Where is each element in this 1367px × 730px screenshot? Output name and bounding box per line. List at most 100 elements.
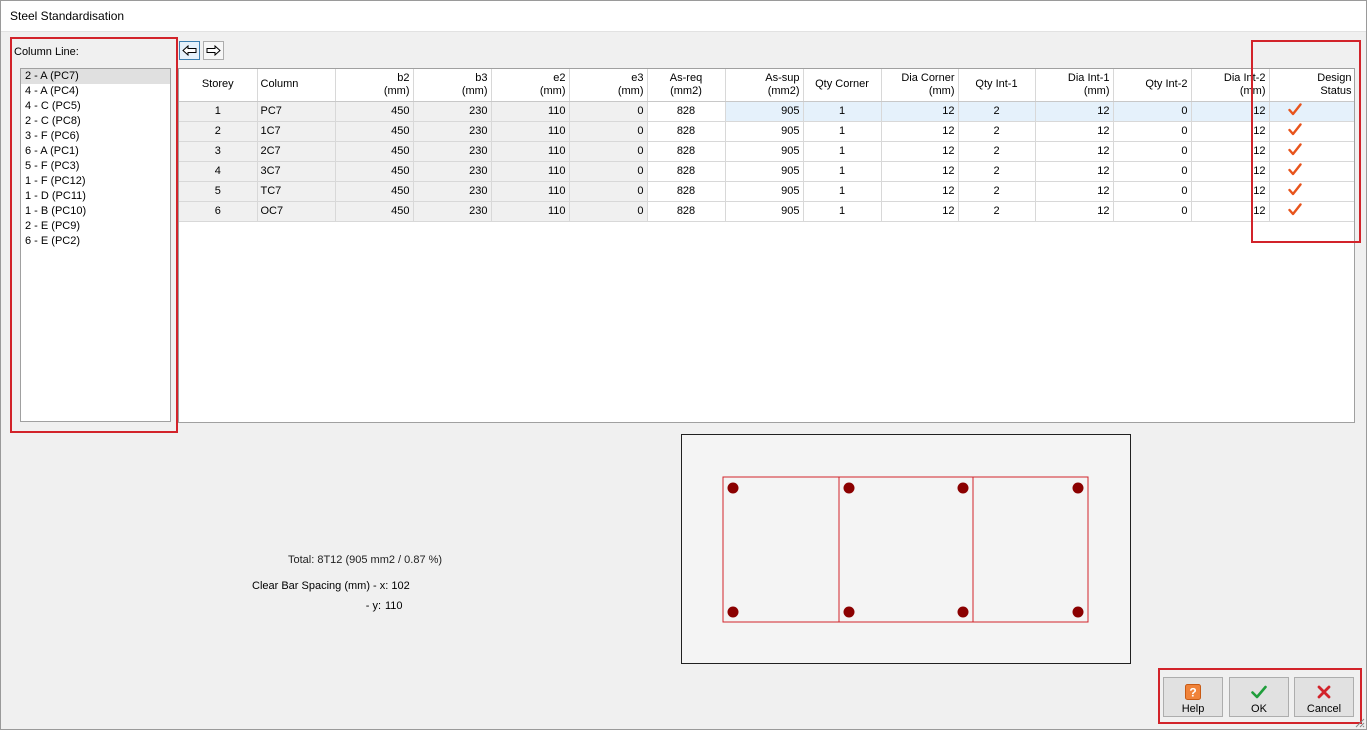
table-cell: 0 [569,201,648,222]
table-cell[interactable]: 0 [1113,121,1192,142]
spacing-x-label: Clear Bar Spacing (mm) - x: [252,580,389,592]
table-cell: 230 [413,161,492,182]
total-steel: Total: 8T12 (905 mm2 / 0.87 %) [288,554,443,566]
table-cell[interactable]: 12 [881,161,959,182]
column-header[interactable]: Dia Int-1 (mm) [1035,69,1114,102]
table-row[interactable]: 2 1C7 450 230 110 0 828 905 1 12 2 12 0 12 [179,121,1354,142]
column-header[interactable]: b2 (mm) [335,69,414,102]
table-cell: 828 [647,121,726,142]
next-button[interactable] [203,41,224,60]
table-cell[interactable]: 1 [803,181,882,202]
table-cell[interactable]: 12 [1035,181,1114,202]
table-cell[interactable]: 1 [803,201,882,222]
column-header[interactable]: Qty Int-1 [958,69,1036,102]
table-row[interactable]: 4 3C7 450 230 110 0 828 905 1 12 2 12 0 12 [179,161,1354,182]
table-cell[interactable]: 1 [803,101,882,122]
table-row[interactable]: 1 PC7 450 230 110 0 828 905 1 12 2 12 0 12 [179,101,1354,122]
steel-table: Storey Column b2 (mm) b3 (mm) e2 (mm) e3 (mm)… [179,69,1354,222]
section-outline-1 [722,476,840,623]
table-cell[interactable]: 12 [881,141,959,162]
steel-grid: Storey Column b2 (mm) b3 (mm) e2 (mm) e3 (mm)… [178,68,1355,423]
rebar-dot [957,606,969,618]
table-cell[interactable]: 1 [803,161,882,182]
section-drawing [722,476,1089,623]
table-cell: 450 [335,121,414,142]
table-cell[interactable]: 2 [958,121,1036,142]
table-cell[interactable]: 905 [725,101,804,122]
column-header[interactable]: b3 (mm) [413,69,492,102]
table-cell[interactable]: 905 [725,161,804,182]
table-cell: 450 [335,181,414,202]
table-cell[interactable]: 1 [803,121,882,142]
rebar-dot [727,606,739,618]
table-cell: 2C7 [257,141,336,162]
table-cell[interactable]: 905 [725,201,804,222]
table-cell: 0 [569,101,648,122]
table-cell[interactable]: 0 [1113,181,1192,202]
highlight-design-status [1251,40,1361,243]
column-header[interactable]: e3 (mm) [569,69,648,102]
table-cell[interactable]: 1 [803,141,882,162]
table-cell: 828 [647,101,726,122]
table-row[interactable]: 3 2C7 450 230 110 0 828 905 1 12 2 12 0 12 [179,141,1354,162]
table-cell[interactable]: 2 [958,101,1036,122]
rebar-dot [727,482,739,494]
rebar-dot [843,606,855,618]
previous-button[interactable] [179,41,200,60]
table-cell: TC7 [257,181,336,202]
table-cell[interactable]: 0 [1113,161,1192,182]
column-header[interactable]: Column [257,69,336,102]
table-cell[interactable]: 12 [881,121,959,142]
table-cell[interactable]: 2 [958,141,1036,162]
table-row[interactable]: 5 TC7 450 230 110 0 828 905 1 12 2 12 0 12 [179,181,1354,202]
table-cell: 110 [491,101,570,122]
table-cell[interactable]: 12 [881,101,959,122]
column-header[interactable]: Qty Corner [803,69,882,102]
column-header[interactable]: As-sup (mm2) [725,69,804,102]
table-row[interactable]: 6 OC7 450 230 110 0 828 905 1 12 2 12 0 12 [179,201,1354,222]
table-cell[interactable]: 12 [881,181,959,202]
highlight-buttons [1158,668,1362,724]
table-cell: 110 [491,181,570,202]
table-cell[interactable]: 12 [881,201,959,222]
table-cell[interactable]: 12 [1035,101,1114,122]
table-cell: 828 [647,181,726,202]
table-cell: 230 [413,141,492,162]
table-cell[interactable]: 0 [1113,141,1192,162]
table-cell: 230 [413,201,492,222]
table-cell[interactable]: 12 [1035,141,1114,162]
column-header[interactable]: Dia Corner (mm) [881,69,959,102]
table-cell[interactable]: 2 [958,181,1036,202]
resize-grip-icon[interactable] [1355,718,1365,728]
table-cell: 1C7 [257,121,336,142]
highlight-column-line [10,37,178,433]
table-cell: 110 [491,161,570,182]
column-header[interactable]: e2 (mm) [491,69,570,102]
table-cell: 0 [569,181,648,202]
spacing-y-value: 110 [385,600,403,612]
clear-bar-spacing-x: Clear Bar Spacing (mm) - x: 102 [252,580,410,592]
table-cell: 230 [413,101,492,122]
table-cell: 230 [413,181,492,202]
table-cell[interactable]: 2 [958,201,1036,222]
table-cell: OC7 [257,201,336,222]
rebar-dot [957,482,969,494]
table-cell[interactable]: 905 [725,121,804,142]
table-cell: 3C7 [257,161,336,182]
table-cell[interactable]: 12 [1035,161,1114,182]
table-cell: 828 [647,161,726,182]
table-cell[interactable]: 12 [1035,121,1114,142]
column-section-preview [681,434,1131,664]
column-header[interactable]: Qty Int-2 [1113,69,1192,102]
table-cell[interactable]: 0 [1113,101,1192,122]
table-cell: 110 [491,121,570,142]
table-cell[interactable]: 12 [1035,201,1114,222]
column-header[interactable]: As-req (mm2) [647,69,726,102]
table-cell[interactable]: 0 [1113,201,1192,222]
table-cell[interactable]: 905 [725,181,804,202]
spacing-x-value: 102 [391,580,410,592]
table-cell[interactable]: 2 [958,161,1036,182]
column-header[interactable]: Storey [179,69,258,102]
table-cell[interactable]: 905 [725,141,804,162]
table-cell: 3 [179,141,258,162]
